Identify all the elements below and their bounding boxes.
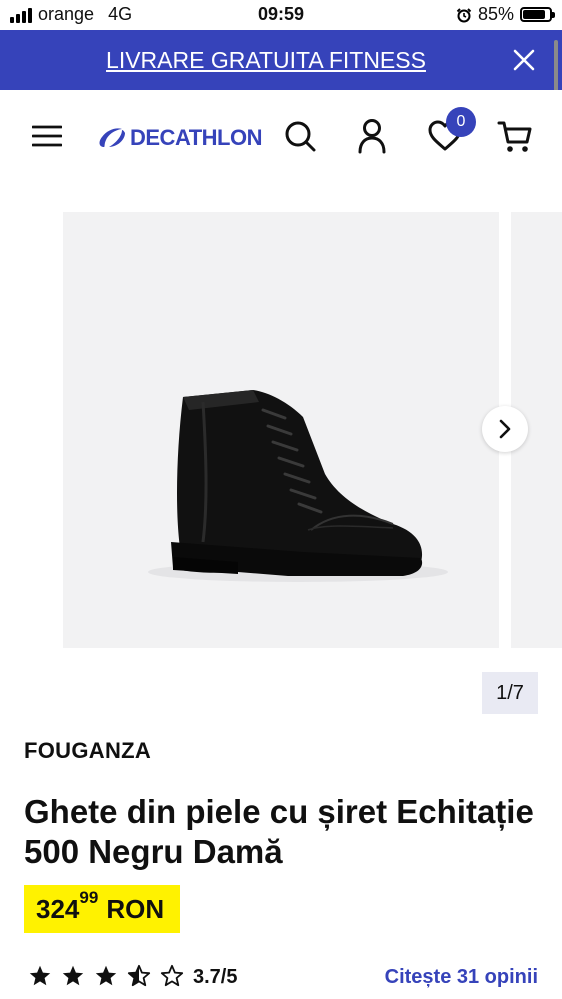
star-full-icon: [29, 965, 51, 986]
price-currency: RON: [106, 894, 165, 924]
status-right: 85%: [456, 4, 555, 25]
search-icon[interactable]: [283, 119, 317, 153]
cart-icon[interactable]: [497, 120, 533, 154]
promo-banner: LIVRARE GRATUITA FITNESS: [0, 30, 562, 90]
battery-percent: 85%: [477, 4, 514, 24]
product-brand[interactable]: FOUGANZA: [24, 738, 151, 764]
menu-icon[interactable]: [32, 124, 62, 148]
read-reviews-link[interactable]: Citește 31 opinii: [385, 966, 538, 989]
rating-stars: [28, 964, 184, 988]
promo-link[interactable]: LIVRARE GRATUITA FITNESS: [0, 47, 532, 74]
alarm-icon: [456, 7, 472, 22]
close-icon[interactable]: [512, 48, 536, 72]
next-image-button[interactable]: [482, 406, 528, 452]
logo-text: DECATHLON: [130, 125, 262, 150]
boot-image: [148, 390, 448, 582]
star-half-icon: [127, 964, 151, 987]
account-icon[interactable]: [357, 118, 387, 154]
status-bar: orange 4G 09:59 85%: [0, 0, 562, 30]
chevron-right-icon: [499, 419, 511, 439]
product-image[interactable]: [63, 212, 499, 648]
price-decimals: 99: [79, 888, 99, 907]
star-full-icon: [62, 965, 84, 986]
star-empty-icon: [160, 964, 184, 987]
image-counter: 1/7: [482, 672, 538, 714]
rating-score: 3.7/5: [193, 966, 238, 988]
site-header: DECATHLON 0: [0, 90, 562, 182]
price-integer: 324: [36, 894, 80, 924]
star-full-icon: [95, 965, 117, 986]
product-title: Ghete din piele cu șiret Echitație 500 N…: [24, 793, 534, 870]
logo-mark-icon: [99, 128, 125, 147]
decathlon-logo[interactable]: DECATHLON: [98, 125, 262, 151]
price-tag: 324 99 RON: [24, 885, 180, 933]
battery-icon: [520, 7, 555, 22]
wishlist-count-badge: 0: [446, 107, 476, 137]
